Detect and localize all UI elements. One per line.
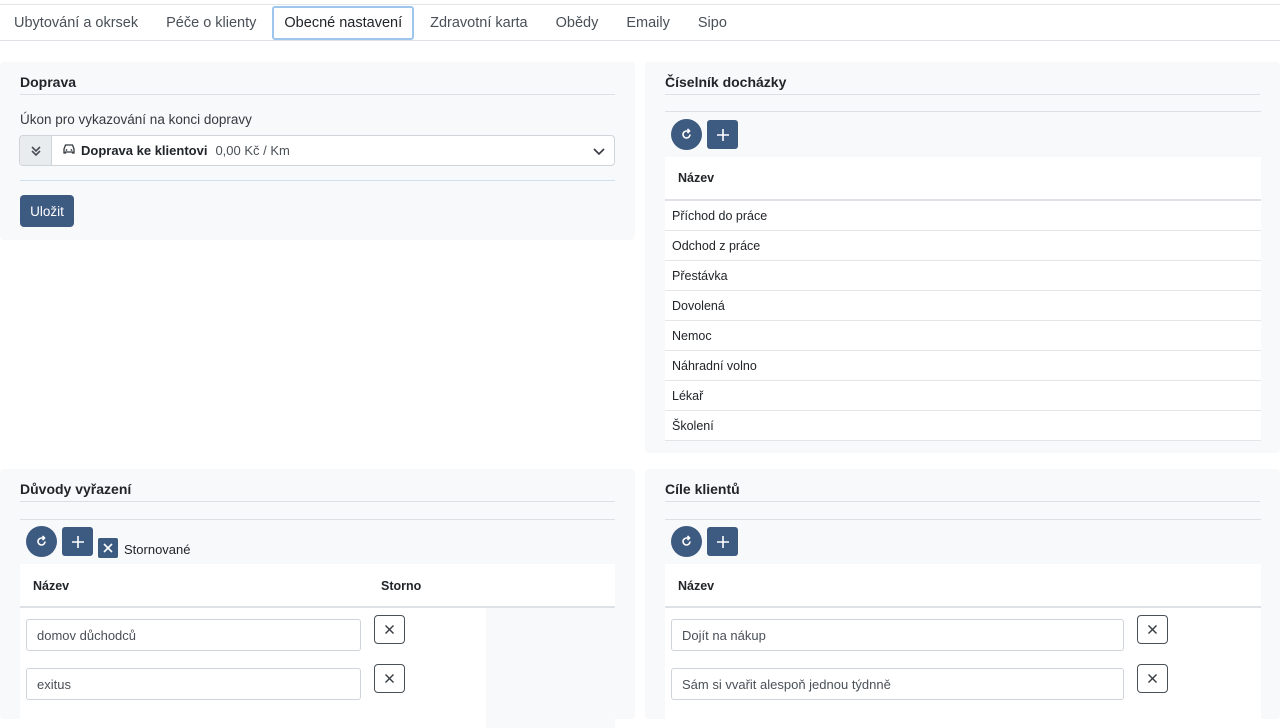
refresh-icon bbox=[682, 128, 691, 139]
table-row[interactable]: Školení bbox=[665, 411, 1261, 441]
add-button[interactable] bbox=[707, 527, 738, 556]
dochazka-card: Číselník docházky Název Příchod do práce… bbox=[645, 62, 1280, 453]
duvody-col-storno: Storno bbox=[381, 579, 422, 593]
doprava-divider bbox=[20, 180, 615, 181]
cile-col-nazev: Název bbox=[678, 579, 715, 593]
tab-obedy[interactable]: Obědy bbox=[542, 5, 613, 40]
cile-table: Název Dojít na nákup Sám si vvařit alesp… bbox=[665, 564, 1261, 724]
table-row[interactable]: Lékař bbox=[665, 381, 1261, 411]
cile-toolbar-line bbox=[665, 519, 1261, 520]
table-row[interactable]: Nemoc bbox=[665, 321, 1261, 351]
doprava-selected-price: 0,00 Kč / Km bbox=[215, 143, 290, 158]
cile-name-input-1[interactable]: Dojít na nákup bbox=[671, 619, 1124, 651]
table-row[interactable]: Přestávka bbox=[665, 261, 1261, 291]
duvody-empty-area bbox=[486, 608, 615, 728]
duvody-card: Důvody vyřazení Stornované Název Storno … bbox=[0, 469, 635, 728]
dochazka-title: Číselník docházky bbox=[665, 74, 1260, 95]
tab-bar: Ubytování a okrsek Péče o klienty Obecné… bbox=[0, 4, 1280, 41]
doprava-select[interactable]: Doprava ke klientovi 0,00 Kč / Km bbox=[19, 135, 615, 166]
table-row[interactable]: Odchod z práce bbox=[665, 231, 1261, 261]
duvody-toolbar-line bbox=[20, 519, 615, 520]
duvody-name-input-2[interactable]: exitus bbox=[26, 668, 361, 700]
refresh-icon bbox=[682, 535, 691, 546]
table-row[interactable]: Dovolená bbox=[665, 291, 1261, 321]
plus-icon bbox=[71, 535, 84, 548]
duvody-col-nazev: Název bbox=[33, 579, 70, 593]
tab-obecne-nastaveni[interactable]: Obecné nastavení bbox=[272, 6, 415, 40]
doprava-selected-name: Doprava ke klientovi bbox=[81, 143, 208, 158]
storno-button[interactable] bbox=[374, 615, 405, 644]
close-icon bbox=[103, 543, 113, 553]
doprava-select-value: Doprava ke klientovi 0,00 Kč / Km bbox=[52, 143, 584, 158]
dochazka-col-nazev: Název bbox=[678, 171, 715, 185]
duvody-table: Název Storno domov důchodců exitus bbox=[20, 564, 615, 728]
delete-button[interactable] bbox=[1137, 664, 1168, 693]
tab-zdravotni-karta[interactable]: Zdravotní karta bbox=[416, 5, 542, 40]
doprava-title: Doprava bbox=[20, 74, 615, 95]
close-icon bbox=[385, 674, 394, 683]
refresh-icon bbox=[37, 535, 46, 546]
duvody-title: Důvody vyřazení bbox=[20, 481, 615, 502]
refresh-button[interactable] bbox=[671, 119, 702, 150]
cile-name-input-2[interactable]: Sám si vvařit alespoň jednou týdnně bbox=[671, 668, 1124, 700]
dochazka-toolbar-line bbox=[665, 111, 1261, 112]
close-icon bbox=[1148, 674, 1157, 683]
cile-title: Cíle klientů bbox=[665, 481, 1260, 502]
tab-ubytovani[interactable]: Ubytování a okrsek bbox=[0, 5, 152, 40]
close-icon bbox=[385, 625, 394, 634]
double-chevron-down-icon[interactable] bbox=[20, 136, 52, 165]
storno-button[interactable] bbox=[374, 664, 405, 693]
cile-header-line bbox=[665, 606, 1261, 608]
chevron-down-icon[interactable] bbox=[584, 146, 614, 156]
add-button[interactable] bbox=[707, 120, 738, 149]
doprava-card: Doprava Úkon pro vykazování na konci dop… bbox=[0, 62, 635, 240]
plus-icon bbox=[716, 535, 729, 548]
doprava-field-label: Úkon pro vykazování na konci dopravy bbox=[20, 112, 252, 127]
stornovane-label: Stornované bbox=[124, 542, 191, 557]
tab-pece[interactable]: Péče o klienty bbox=[152, 5, 270, 40]
duvody-name-input-1[interactable]: domov důchodců bbox=[26, 619, 361, 651]
tab-emaily[interactable]: Emaily bbox=[612, 5, 684, 40]
dochazka-table: Název Příchod do práce Odchod z práce Přes… bbox=[665, 157, 1261, 441]
plus-icon bbox=[716, 128, 729, 141]
refresh-button[interactable] bbox=[671, 526, 702, 557]
add-button[interactable] bbox=[62, 527, 93, 556]
refresh-button[interactable] bbox=[26, 526, 57, 557]
car-icon bbox=[62, 143, 76, 158]
delete-button[interactable] bbox=[1137, 615, 1168, 644]
cile-card: Cíle klientů Název Dojít na nákup Sám si… bbox=[645, 469, 1280, 724]
close-icon bbox=[1148, 625, 1157, 634]
tab-sipo[interactable]: Sipo bbox=[684, 5, 741, 40]
save-button[interactable]: Uložit bbox=[20, 195, 74, 227]
table-row[interactable]: Příchod do práce bbox=[665, 201, 1261, 231]
stornovane-toggle[interactable] bbox=[98, 538, 118, 558]
table-row[interactable]: Náhradní volno bbox=[665, 351, 1261, 381]
